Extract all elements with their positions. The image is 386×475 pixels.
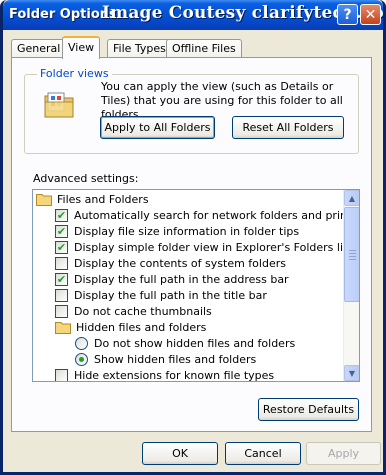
setting-system-folders-contents[interactable]: Display the contents of system folders bbox=[55, 255, 359, 271]
radio-selected[interactable] bbox=[75, 352, 88, 366]
help-icon: ? bbox=[343, 6, 352, 23]
tab-offline-files[interactable]: Offline Files bbox=[166, 39, 242, 58]
cancel-label: Cancel bbox=[244, 447, 282, 460]
restore-defaults-button[interactable]: Restore Defaults bbox=[258, 398, 359, 421]
scroll-up-button[interactable]: ▲ bbox=[344, 190, 359, 206]
apply-to-all-folders-label: Apply to All Folders bbox=[104, 121, 211, 134]
setting-label: Display simple folder view in Explorer's… bbox=[74, 240, 354, 254]
tree-folder-label: Files and Folders bbox=[57, 192, 149, 206]
close-icon: ✕ bbox=[364, 6, 377, 23]
checkbox-unchecked[interactable] bbox=[55, 288, 68, 302]
chevron-up-icon: ▲ bbox=[348, 193, 356, 203]
tree-folder-files-and-folders: Files and Folders bbox=[36, 191, 346, 207]
setting-label: Display the contents of system folders bbox=[74, 256, 286, 270]
setting-label: Hide extensions for known file types bbox=[74, 368, 275, 382]
folder-views-legend: Folder views bbox=[37, 67, 112, 80]
title-bar[interactable]: Folder Options Image Coutesy clarifytech… bbox=[3, 0, 383, 30]
reset-all-folders-button[interactable]: Reset All Folders bbox=[232, 116, 344, 139]
checkbox-checked[interactable]: ✔ bbox=[55, 208, 68, 222]
setting-full-path-title-bar[interactable]: Display the full path in the title bar bbox=[55, 287, 359, 303]
setting-auto-search-network[interactable]: ✔ Automatically search for network folde… bbox=[55, 207, 360, 223]
setting-no-cache-thumbnails[interactable]: Do not cache thumbnails bbox=[55, 303, 359, 319]
folder-icon bbox=[36, 193, 52, 206]
folder-options-window: Folder Options Image Coutesy clarifytech… bbox=[0, 0, 386, 475]
restore-defaults-label: Restore Defaults bbox=[262, 403, 355, 416]
setting-file-size-folder-tips[interactable]: ✔ Display file size information in folde… bbox=[55, 223, 359, 239]
checkbox-unchecked[interactable] bbox=[55, 368, 68, 381]
setting-label: Do not cache thumbnails bbox=[74, 304, 212, 318]
setting-simple-folder-view[interactable]: ✔ Display simple folder view in Explorer… bbox=[55, 239, 359, 255]
setting-hide-extensions[interactable]: Hide extensions for known file types bbox=[55, 367, 359, 382]
checkbox-checked[interactable]: ✔ bbox=[55, 240, 68, 254]
ok-button[interactable]: OK bbox=[142, 442, 218, 465]
vertical-scrollbar[interactable]: ▲ ▼ bbox=[343, 190, 359, 381]
chevron-down-icon: ▼ bbox=[348, 368, 356, 378]
ok-label: OK bbox=[172, 447, 188, 460]
tree-folder-hidden-files: Hidden files and folders bbox=[55, 319, 359, 335]
checkbox-unchecked[interactable] bbox=[55, 304, 68, 318]
grip-line bbox=[349, 256, 356, 257]
window-title: Folder Options bbox=[9, 7, 117, 22]
checkbox-checked[interactable]: ✔ bbox=[55, 272, 68, 286]
setting-label: Display the full path in the title bar bbox=[74, 288, 267, 302]
grip-line bbox=[349, 253, 356, 254]
setting-label: Show hidden files and folders bbox=[94, 352, 257, 366]
folder-views-icon bbox=[44, 92, 74, 118]
close-button[interactable]: ✕ bbox=[360, 4, 381, 25]
apply-to-all-folders-button[interactable]: Apply to All Folders bbox=[100, 116, 215, 139]
tab-view[interactable]: View bbox=[62, 36, 101, 59]
help-button[interactable]: ? bbox=[337, 4, 358, 25]
scroll-down-button[interactable]: ▼ bbox=[344, 365, 359, 381]
tab-file-types[interactable]: File Types bbox=[107, 39, 172, 58]
grip-line bbox=[349, 259, 356, 260]
checkbox-checked[interactable]: ✔ bbox=[55, 224, 68, 238]
setting-label: Display file size information in folder … bbox=[74, 224, 300, 238]
advanced-settings-list[interactable]: Files and Folders ✔ Automatically search… bbox=[32, 189, 360, 382]
apply-button[interactable]: Apply bbox=[306, 442, 381, 465]
setting-show-hidden[interactable]: Show hidden files and folders bbox=[75, 351, 359, 367]
setting-label: Display the full path in the address bar bbox=[74, 272, 289, 286]
folder-icon bbox=[55, 321, 71, 334]
scroll-thumb[interactable] bbox=[344, 207, 359, 302]
tree-folder-label: Hidden files and folders bbox=[76, 320, 207, 334]
grip-line bbox=[349, 250, 356, 251]
setting-label: Do not show hidden files and folders bbox=[94, 336, 296, 350]
setting-do-not-show-hidden[interactable]: Do not show hidden files and folders bbox=[75, 335, 359, 351]
apply-label: Apply bbox=[327, 447, 360, 460]
checkbox-unchecked[interactable] bbox=[55, 256, 68, 270]
setting-full-path-address-bar[interactable]: ✔ Display the full path in the address b… bbox=[55, 271, 359, 287]
tab-general[interactable]: General bbox=[11, 39, 67, 58]
setting-label: Automatically search for network folders… bbox=[74, 208, 360, 222]
advanced-settings-label: Advanced settings: bbox=[33, 172, 139, 185]
cancel-button[interactable]: Cancel bbox=[225, 442, 301, 465]
radio-unselected[interactable] bbox=[75, 336, 88, 350]
tab-strip: General View File Types Offline Files bbox=[11, 36, 371, 59]
reset-all-folders-label: Reset All Folders bbox=[242, 121, 334, 134]
